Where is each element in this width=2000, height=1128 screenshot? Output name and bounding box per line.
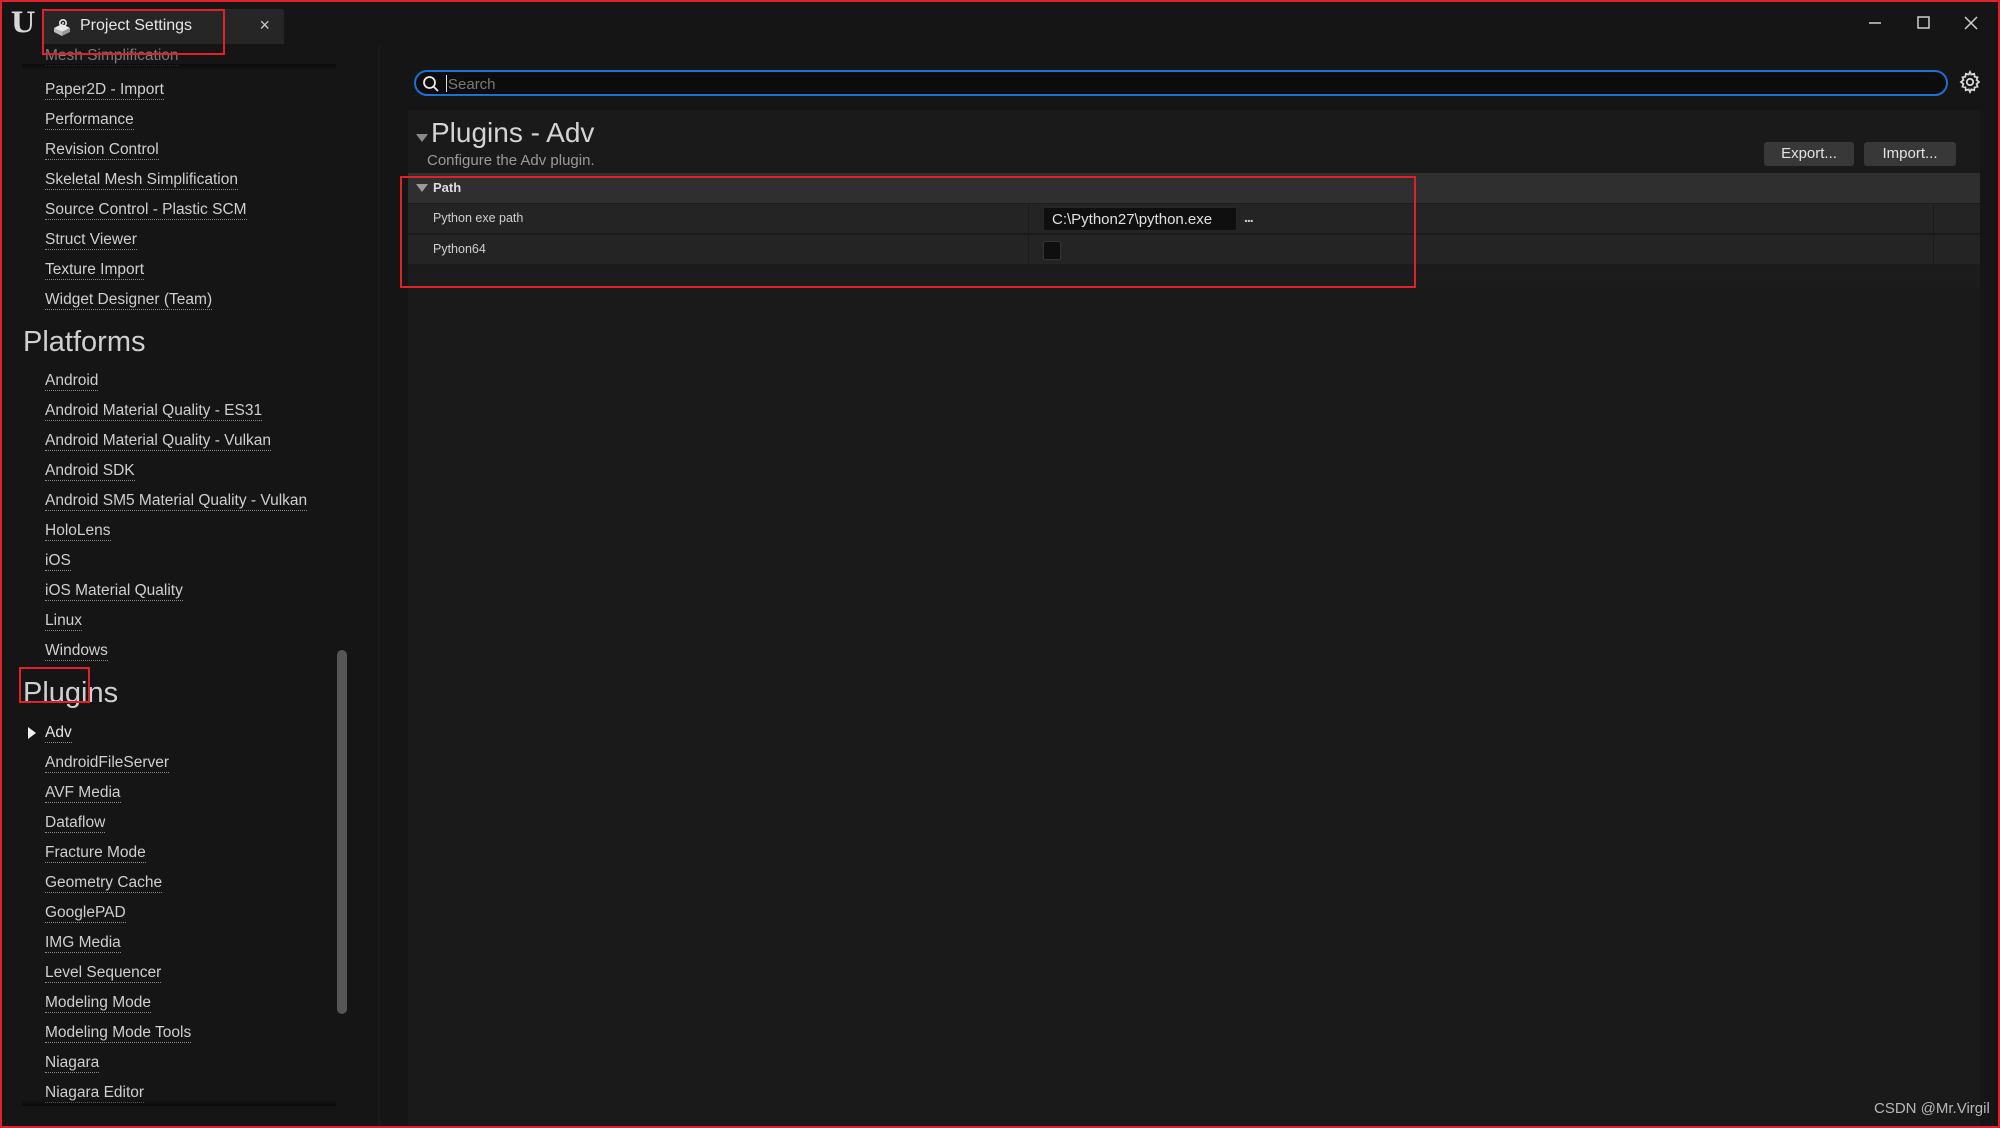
close-tab-icon[interactable]: × (259, 15, 270, 36)
sidebar-item-modeling-mode[interactable]: Modeling Mode (45, 993, 151, 1013)
maximize-icon (1917, 16, 1930, 29)
sidebar-item-performance[interactable]: Performance (45, 110, 134, 130)
sidebar-item-ios[interactable]: iOS (45, 551, 71, 571)
sidebar-item-ios-material-quality[interactable]: iOS Material Quality (45, 581, 183, 601)
search-input[interactable] (448, 74, 1928, 94)
sidebar-item-widget-designer-team[interactable]: Widget Designer (Team) (45, 290, 213, 310)
sidebar-bottom-shadow (22, 1100, 336, 1106)
sidebar-item-adv[interactable]: Adv (45, 723, 72, 743)
sidebar-item-avf-media[interactable]: AVF Media (45, 783, 121, 803)
sidebar-item-modeling-mode-tools[interactable]: Modeling Mode Tools (45, 1023, 192, 1043)
sidebar-item-revision-control[interactable]: Revision Control (45, 140, 159, 160)
sidebar-item-geometry-cache[interactable]: Geometry Cache (45, 873, 163, 893)
close-window-button[interactable] (1956, 10, 1986, 36)
sidebar-item-android-sm5-material-quality-vulkan[interactable]: Android SM5 Material Quality - Vulkan (45, 491, 308, 511)
column-divider-end (1933, 204, 1934, 234)
sidebar-item-img-media[interactable]: IMG Media (45, 933, 121, 953)
sidebar-item-android-material-quality-es31[interactable]: Android Material Quality - ES31 (45, 401, 263, 421)
maximize-button[interactable] (1908, 10, 1938, 36)
sidebar-item-android[interactable]: Android (45, 371, 99, 391)
sidebar-scrollbar-thumb[interactable] (337, 650, 347, 1014)
gear-icon[interactable] (1958, 70, 1982, 94)
sidebar-item-hololens[interactable]: HoloLens (45, 521, 111, 541)
export-button[interactable]: Export... (1764, 142, 1854, 166)
import-button[interactable]: Import... (1864, 142, 1956, 166)
adv-highlight-box (19, 667, 90, 703)
close-icon (1964, 16, 1978, 30)
section-description: Configure the Adv plugin. (427, 152, 595, 169)
sidebar-item-struct-viewer[interactable]: Struct Viewer (45, 230, 137, 250)
unreal-logo-icon: U (10, 6, 36, 39)
project-settings-icon (54, 18, 70, 36)
text-caret (446, 75, 447, 92)
sidebar-item-linux[interactable]: Linux (45, 611, 83, 631)
sidebar-item-level-sequencer[interactable]: Level Sequencer (45, 963, 162, 983)
sidebar-item-source-control-plastic-scm[interactable]: Source Control - Plastic SCM (45, 200, 247, 220)
main-scrollbar-track[interactable] (1980, 46, 1998, 1126)
tab-project-settings[interactable]: Project Settings × (42, 9, 284, 44)
sidebar-item-googlepad[interactable]: GooglePAD (45, 903, 126, 923)
sidebar-top-shadow (22, 64, 336, 70)
title-bar: U Project Settings × (0, 0, 2000, 55)
selected-arrow-icon (28, 727, 36, 739)
settings-sidebar: Mesh Simplification Paper2D - Import Per… (2, 46, 372, 1126)
sidebar-item-windows[interactable]: Windows (45, 641, 108, 661)
watermark: CSDN @Mr.Virgil (1874, 1100, 1990, 1117)
minimize-button[interactable] (1860, 10, 1890, 36)
sidebar-item-androidfileserver[interactable]: AndroidFileServer (45, 753, 170, 773)
sidebar-item-fracture-mode[interactable]: Fracture Mode (45, 843, 146, 863)
sidebar-heading-platforms: Platforms (23, 326, 146, 358)
path-category-highlight-box (400, 176, 1416, 288)
sidebar-item-paper2d-import[interactable]: Paper2D - Import (45, 80, 164, 100)
sidebar-item-dataflow[interactable]: Dataflow (45, 813, 106, 833)
sidebar-item-android-material-quality-vulkan[interactable]: Android Material Quality - Vulkan (45, 431, 271, 451)
tab-title: Project Settings (80, 17, 193, 34)
sidebar-item-niagara[interactable]: Niagara (45, 1053, 100, 1073)
search-field[interactable] (414, 70, 1948, 96)
sidebar-item-mesh-simplification[interactable]: Mesh Simplification (45, 46, 179, 66)
section-title: Plugins - Adv (431, 117, 595, 148)
column-divider-end (1933, 235, 1934, 265)
sidebar-item-android-sdk[interactable]: Android SDK (45, 461, 135, 481)
minimize-icon (1869, 22, 1881, 24)
sidebar-item-skeletal-mesh-simplification[interactable]: Skeletal Mesh Simplification (45, 170, 238, 190)
collapse-section-icon[interactable] (416, 134, 428, 142)
sidebar-item-texture-import[interactable]: Texture Import (45, 260, 145, 280)
search-icon (423, 76, 439, 92)
